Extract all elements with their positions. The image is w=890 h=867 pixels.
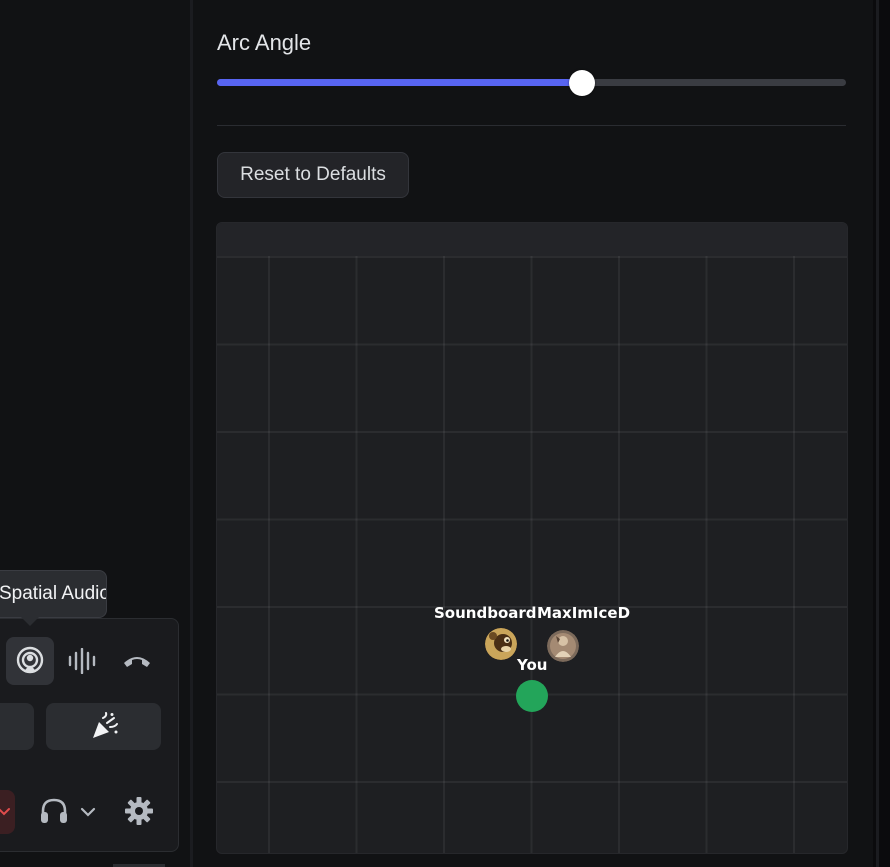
noise-suppression-button[interactable]	[59, 637, 107, 685]
spatial-audio-icon	[16, 646, 44, 674]
user-name-you: You	[517, 656, 548, 674]
maximiced-avatar[interactable]	[547, 630, 579, 662]
slider-fill	[217, 79, 582, 86]
user-name-maximiced: MaxImIceD	[537, 604, 631, 622]
soundboard-icon	[92, 711, 118, 738]
mute-chevron-icon	[0, 808, 10, 816]
chevron-down-icon	[80, 807, 96, 817]
tooltip-arrow	[21, 617, 39, 626]
gear-icon	[125, 797, 153, 825]
soundboard-avatar-image	[485, 628, 517, 660]
headphones-icon	[41, 798, 67, 823]
user-name-soundboard: Soundboard	[434, 604, 537, 622]
soundboard-avatar[interactable]	[485, 628, 517, 660]
disconnect-button[interactable]	[113, 637, 161, 685]
waveform-icon	[68, 648, 96, 674]
voice-controls-panel	[0, 618, 179, 852]
deafen-options-button[interactable]	[77, 797, 99, 827]
mute-options-button[interactable]	[0, 790, 15, 834]
spatial-audio-tooltip: Spatial Audio	[0, 570, 107, 618]
hang-up-icon	[124, 657, 150, 667]
section-divider	[217, 125, 846, 126]
right-scroll-edge	[873, 0, 890, 867]
slider-handle[interactable]	[568, 70, 595, 96]
maximiced-avatar-image	[547, 630, 579, 662]
spatial-audio-button[interactable]	[6, 637, 54, 685]
deafen-button[interactable]	[35, 789, 73, 833]
arc-angle-slider[interactable]	[217, 70, 846, 96]
soundboard-button[interactable]	[46, 703, 161, 750]
arc-angle-label: Arc Angle	[217, 30, 312, 55]
grid-header-strip	[217, 223, 847, 256]
user-settings-button[interactable]	[119, 789, 159, 833]
tooltip-text: Spatial Audio	[0, 583, 107, 604]
spatial-audio-grid[interactable]: Soundboard MaxImIceD You	[216, 222, 848, 854]
reset-to-defaults-button[interactable]: Reset to Defaults	[217, 152, 409, 198]
you-position-marker[interactable]	[516, 680, 548, 712]
activity-button[interactable]	[0, 703, 34, 750]
